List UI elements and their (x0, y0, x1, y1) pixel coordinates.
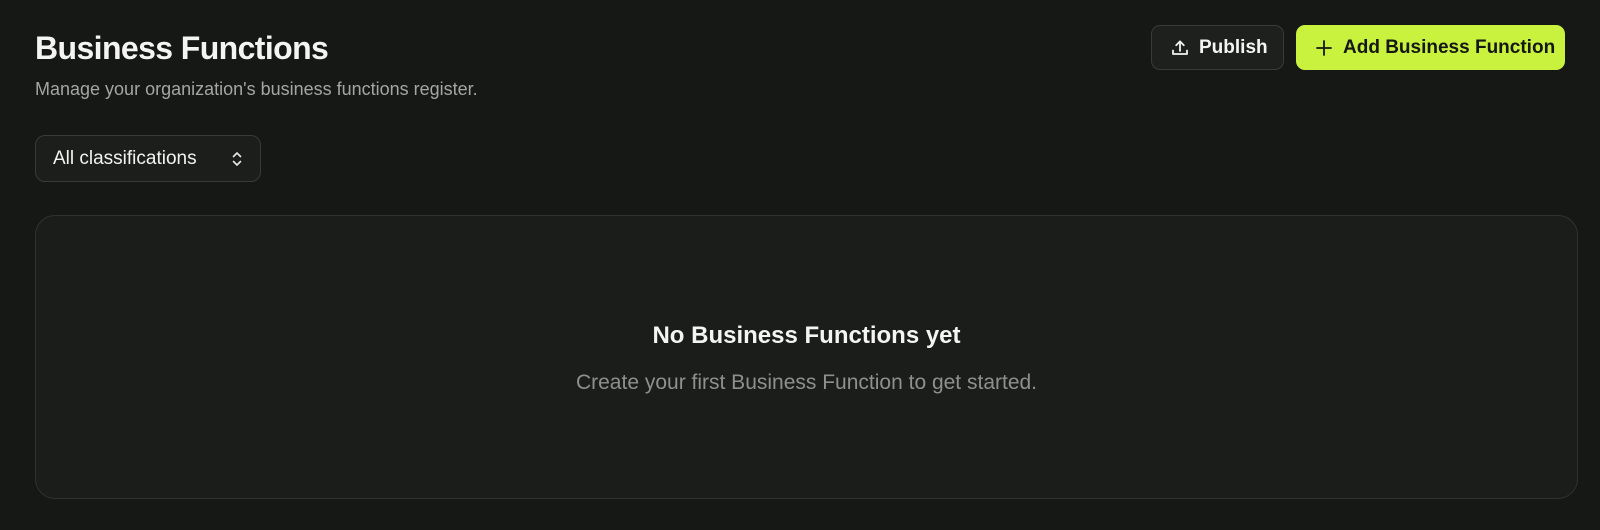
classification-select[interactable]: All classifications (35, 135, 261, 182)
page-subtitle: Manage your organization's business func… (35, 79, 478, 99)
page-title: Business Functions (35, 30, 329, 66)
publish-button[interactable]: Publish (1151, 25, 1284, 70)
empty-state-title: No Business Functions yet (652, 321, 961, 349)
plus-icon (1314, 37, 1334, 59)
upload-icon (1170, 37, 1190, 59)
business-functions-page: Business Functions Manage your organizat… (0, 0, 1600, 530)
empty-state-card: No Business Functions yet Create your fi… (35, 215, 1578, 499)
header-actions: Publish Add Business Function (1151, 25, 1565, 70)
empty-state-description: Create your first Business Function to g… (575, 370, 1038, 394)
add-business-function-button[interactable]: Add Business Function (1296, 25, 1565, 70)
classification-select-value: All classifications (53, 147, 197, 169)
publish-button-label: Publish (1199, 36, 1268, 58)
chevron-up-down-icon (230, 149, 244, 169)
add-business-function-label: Add Business Function (1343, 36, 1556, 58)
page-header: Business Functions Manage your organizat… (35, 28, 478, 100)
